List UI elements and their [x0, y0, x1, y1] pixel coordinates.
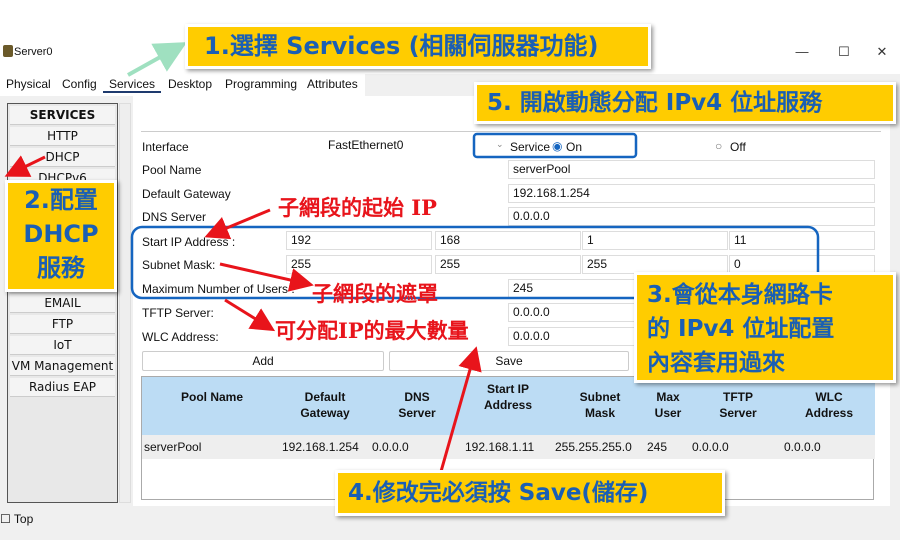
- callout-step-2: 2.配置 DHCP 服務: [5, 180, 117, 292]
- callout-step-3: 3.會從本身網路卡 的 IPv4 位址配置 內容套用過來: [634, 272, 896, 383]
- callout-step-3-line-3: 內容套用過來: [647, 350, 785, 376]
- annotation-overlay: [4, 42, 820, 476]
- arrow-to-subnet-mask: [219, 262, 314, 292]
- callout-step-3-line-1: 3.會從本身網路卡: [647, 282, 833, 308]
- annotation-subnet-mask: 子網段的遮罩: [312, 281, 438, 306]
- arrow-to-max-users: [224, 298, 276, 332]
- arrow-to-dhcp: [4, 155, 46, 177]
- arrow-to-save: [438, 346, 482, 476]
- callout-step-3-line-2: 的 IPv4 位址配置: [647, 316, 835, 342]
- callout-step-2-line-3: 服務: [37, 254, 85, 282]
- arrow-to-services-tab: [127, 42, 187, 77]
- service-highlight-box: [472, 132, 638, 159]
- arrow-to-start-ip: [204, 208, 271, 240]
- annotation-max-users: 可分配IP的最大數量: [275, 318, 469, 343]
- callout-step-1: 1.選擇 Services (相關伺服器功能): [185, 24, 651, 69]
- callout-step-2-line-1: 2.配置: [24, 186, 98, 214]
- callout-step-5: 5. 開啟動態分配 IPv4 位址服務: [474, 82, 896, 124]
- callout-step-2-line-2: DHCP: [23, 220, 99, 248]
- callout-step-4: 4.修改完必須按 Save(儲存): [335, 470, 725, 516]
- annotation-start-ip: 子網段的起始 IP: [278, 195, 437, 220]
